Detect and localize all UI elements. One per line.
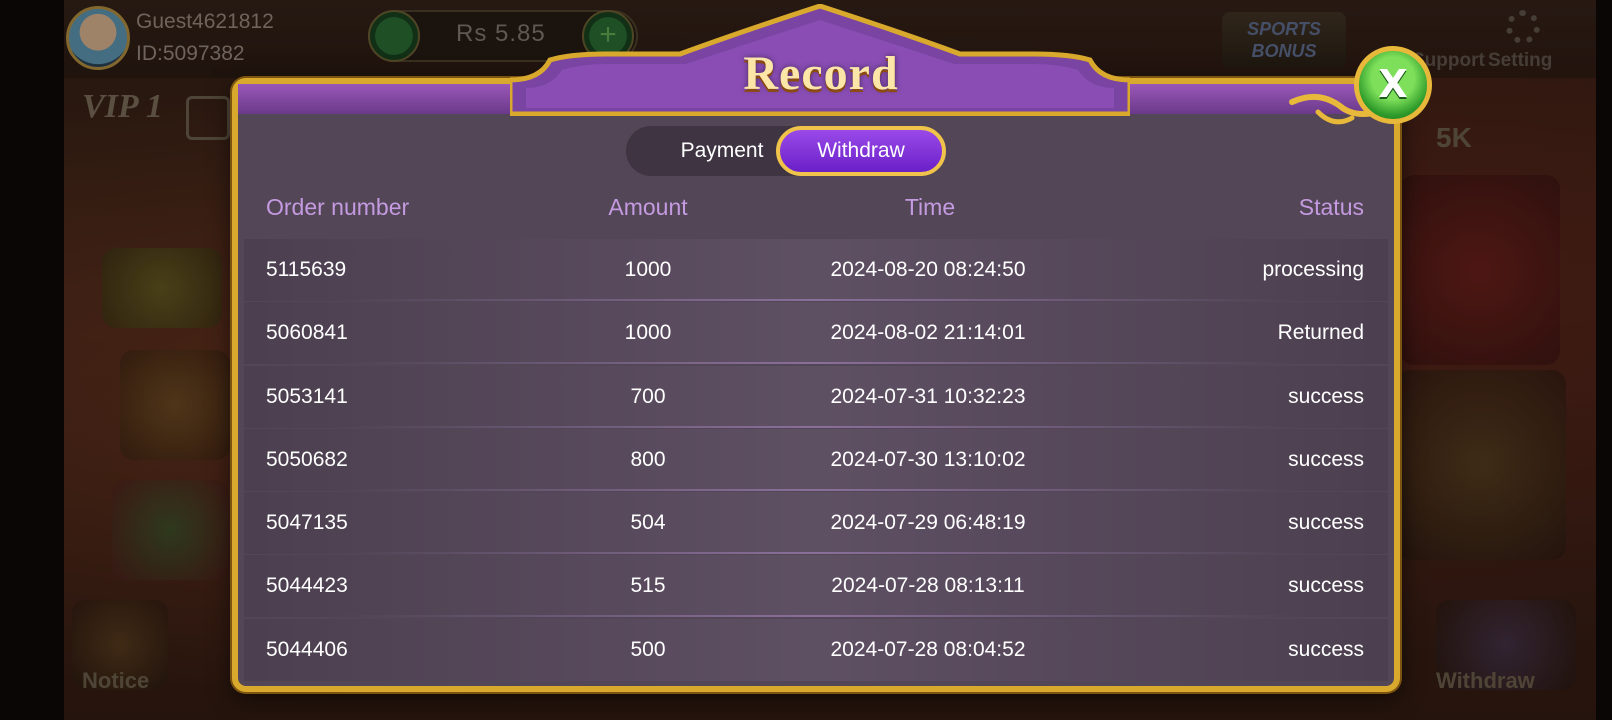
time-cell: 2024-08-02 21:14:01	[830, 321, 1026, 344]
order-number-cell: 5044423	[266, 574, 348, 597]
time-cell: 2024-07-28 08:13:11	[831, 574, 1025, 597]
column-header-time: Time	[904, 194, 956, 220]
amount-cell: 504	[630, 511, 666, 534]
dialog-title: Record	[743, 47, 899, 100]
column-header-order-number: Order number	[266, 194, 410, 220]
status-cell: success	[1288, 511, 1364, 534]
amount-cell: 1000	[624, 321, 672, 344]
tab-payment[interactable]: Payment	[666, 126, 778, 176]
time-cell: 2024-07-30 13:10:02	[830, 448, 1026, 471]
time-cell: 2024-08-20 08:24:50	[830, 258, 1026, 281]
status-cell: success	[1288, 385, 1364, 408]
close-button[interactable]: X	[1354, 46, 1432, 124]
order-number-cell: 5115639	[266, 258, 347, 281]
close-icon: X	[1378, 62, 1408, 106]
amount-cell: 500	[630, 638, 666, 661]
tab-withdraw[interactable]: Withdraw	[776, 126, 946, 176]
amount-cell: 515	[630, 574, 666, 597]
amount-cell: 1000	[624, 258, 672, 281]
time-cell: 2024-07-29 06:48:19	[830, 511, 1026, 534]
table-row: 5115639 1000 2024-08-20 08:24:50 process…	[244, 239, 1388, 301]
time-cell: 2024-07-31 10:32:23	[830, 385, 1026, 408]
order-number-cell: 5050682	[266, 448, 348, 471]
column-header-status: Status	[1298, 194, 1364, 220]
amount-cell: 700	[630, 385, 666, 408]
amount-cell: 800	[630, 448, 666, 471]
order-number-cell: 5060841	[266, 321, 348, 344]
table-row: 5044406 500 2024-07-28 08:04:52 success	[244, 619, 1388, 681]
table-row: 5060841 1000 2024-08-02 21:14:01 Returne…	[244, 302, 1388, 364]
time-cell: 2024-07-28 08:04:52	[830, 638, 1026, 661]
status-cell: success	[1288, 574, 1364, 597]
status-cell: processing	[1262, 258, 1364, 281]
record-tabs: Payment Withdraw	[626, 126, 946, 176]
order-number-cell: 5053141	[266, 385, 348, 408]
order-number-cell: 5044406	[266, 638, 348, 661]
order-number-cell: 5047135	[266, 511, 348, 534]
table-row: 5050682 800 2024-07-30 13:10:02 success	[244, 429, 1388, 491]
table-row: 5047135 504 2024-07-29 06:48:19 success	[244, 492, 1388, 554]
status-cell: success	[1288, 448, 1364, 471]
table-row: 5053141 700 2024-07-31 10:32:23 success	[244, 366, 1388, 428]
status-cell: success	[1288, 638, 1364, 661]
column-header-amount: Amount	[608, 194, 688, 220]
status-cell: Returned	[1277, 321, 1364, 344]
table-row: 5044423 515 2024-07-28 08:13:11 success	[244, 555, 1388, 617]
